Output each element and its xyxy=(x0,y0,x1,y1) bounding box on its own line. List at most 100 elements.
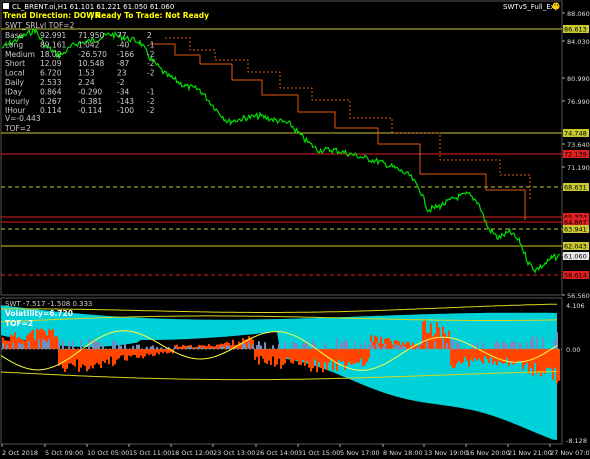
histogram-bar xyxy=(352,349,354,365)
time-label: 23 Oct 13:00 xyxy=(213,449,255,457)
level-label: 63.941 xyxy=(564,226,587,234)
histogram-bar-secondary xyxy=(120,345,122,349)
histogram-bar xyxy=(450,349,452,366)
histogram-bar xyxy=(348,349,350,362)
info-cell: 77 xyxy=(117,31,127,40)
histogram-bar-secondary xyxy=(118,344,120,349)
level-label: 58.614 xyxy=(564,272,587,280)
histogram-bar-secondary xyxy=(292,341,294,349)
histogram-bar xyxy=(122,349,124,356)
histogram-bar xyxy=(292,349,294,364)
histogram-bar xyxy=(108,349,110,365)
histogram-bar xyxy=(516,349,518,363)
info-cell: -26.570 xyxy=(78,50,107,59)
histogram-bar xyxy=(80,349,82,368)
time-label: 26 Oct 14:00 xyxy=(256,449,298,457)
histogram-bar-secondary xyxy=(532,335,534,349)
histogram-bar xyxy=(538,349,540,373)
histogram-bar xyxy=(274,349,276,367)
info-cell: Long xyxy=(5,40,23,49)
histogram-bar-secondary xyxy=(138,344,140,349)
histogram-bar-secondary xyxy=(44,340,46,349)
histogram-bar xyxy=(150,349,152,355)
info-cell: 71.950 xyxy=(78,31,104,40)
histogram-bar xyxy=(286,349,288,358)
trading-chart[interactable]: CL_BRENT.oi,H1 61.101 61.221 61.050 61.0… xyxy=(0,0,590,459)
histogram-bar-secondary xyxy=(38,339,40,349)
histogram-bar xyxy=(100,349,102,369)
histogram-bar-secondary xyxy=(244,344,246,349)
histogram-bar xyxy=(40,328,42,349)
histogram-bar-secondary xyxy=(296,343,298,349)
histogram-bar xyxy=(230,345,232,349)
histogram-bar xyxy=(528,349,530,374)
info-cell: -143 xyxy=(117,97,134,106)
histogram-bar xyxy=(356,349,358,363)
histogram-bar xyxy=(272,349,274,357)
volatility-value: Volatility=6.720 xyxy=(5,309,73,318)
level-label: 86.613 xyxy=(564,26,587,34)
histogram-bar-secondary xyxy=(434,341,436,349)
histogram-bar xyxy=(54,336,56,349)
histogram-bar-secondary xyxy=(368,344,370,349)
histogram-bar-secondary xyxy=(402,345,404,349)
histogram-bar-secondary xyxy=(512,341,514,349)
expert-name[interactable]: SWTv5_Full_Exp xyxy=(503,3,560,11)
histogram-bar xyxy=(216,344,218,349)
histogram-bar xyxy=(200,345,202,349)
level-label: 72.139 xyxy=(564,151,587,159)
histogram-bar xyxy=(52,329,54,349)
price-tick-label: 56.560 xyxy=(567,292,590,300)
price-tick-label: 88.060 xyxy=(567,10,590,18)
symbol-icon xyxy=(3,3,9,9)
indicator-axis-label: -8.128 xyxy=(566,437,587,445)
time-label: 18 Oct 12:00 xyxy=(171,449,213,457)
info-cell: -40 xyxy=(117,40,129,49)
histogram-bar xyxy=(182,344,184,349)
histogram-bar-secondary xyxy=(456,341,458,349)
price-tick-label: 80.990 xyxy=(567,75,590,83)
histogram-bar xyxy=(342,349,344,362)
histogram-bar xyxy=(536,349,538,375)
histogram-bar xyxy=(30,331,32,349)
histogram-bar xyxy=(518,349,520,362)
histogram-bar-secondary xyxy=(242,343,244,349)
level-label: 61.060 xyxy=(564,253,587,261)
histogram-bar xyxy=(326,349,328,371)
histogram-bar xyxy=(306,349,308,362)
info-cell: 10.548 xyxy=(78,59,104,68)
histogram-bar xyxy=(82,349,84,365)
info-cell: -100 xyxy=(117,106,134,115)
histogram-bar-secondary xyxy=(278,344,280,349)
histogram-bar-secondary xyxy=(394,344,396,349)
histogram-bar xyxy=(146,349,148,354)
histogram-bar xyxy=(56,336,58,349)
histogram-bar-secondary xyxy=(80,339,82,349)
histogram-bar xyxy=(68,349,70,364)
histogram-bar-secondary xyxy=(96,342,98,349)
histogram-bar xyxy=(60,349,62,365)
trend-direction-label: Trend Direction: DOWN xyxy=(3,11,101,20)
ready-to-trade-label: | Ready To Trade: Not Ready xyxy=(90,11,209,21)
histogram-bar xyxy=(328,349,330,363)
histogram-bar-secondary xyxy=(496,340,498,349)
histogram-bar xyxy=(386,338,388,349)
histogram-bar xyxy=(304,349,306,366)
histogram-bar xyxy=(120,349,122,356)
histogram-bar xyxy=(296,349,298,360)
histogram-bar xyxy=(322,349,324,373)
histogram-bar xyxy=(102,349,104,362)
time-label: 31 Oct 15:00 xyxy=(298,449,340,457)
indicator-axis-label: 4.106 xyxy=(566,302,585,310)
histogram-bar xyxy=(134,349,136,355)
histogram-bar xyxy=(118,349,120,359)
time-label: 8 Nov 18:00 xyxy=(383,449,423,457)
level-label: 62.043 xyxy=(564,243,587,251)
histogram-bar-secondary xyxy=(260,345,262,349)
info-cell: 6.720 xyxy=(40,69,62,78)
histogram-bar xyxy=(112,349,114,366)
histogram-bar xyxy=(420,344,422,349)
histogram-bar xyxy=(496,349,498,366)
histogram-bar-secondary xyxy=(518,342,520,349)
info-cell: 2.24 xyxy=(78,78,95,87)
